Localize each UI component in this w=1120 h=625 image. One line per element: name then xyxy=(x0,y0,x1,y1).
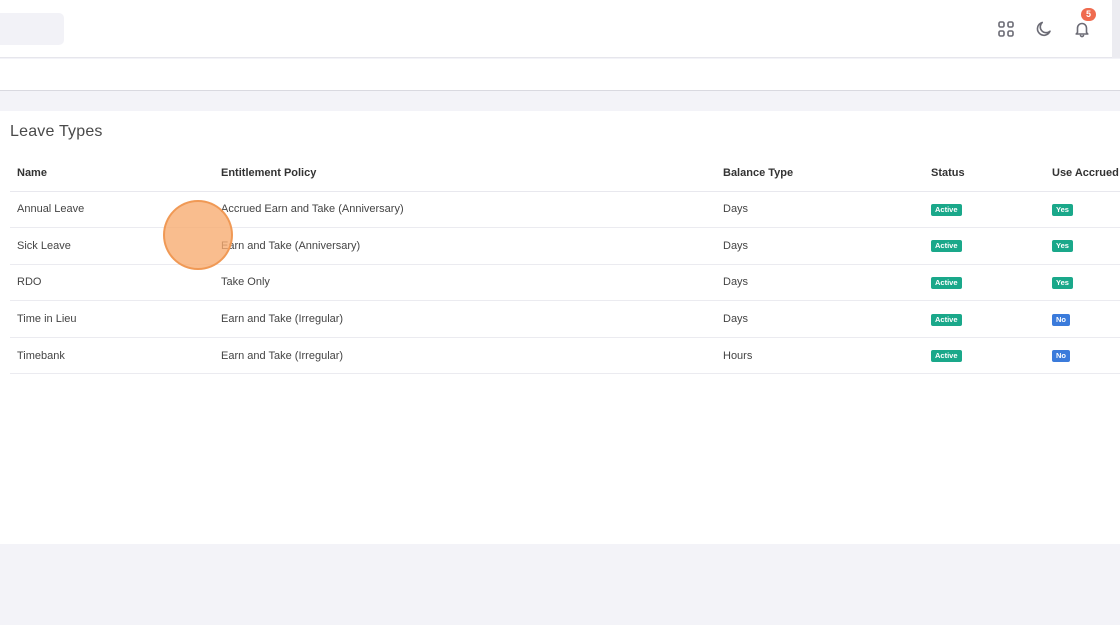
bell-icon[interactable]: 5 xyxy=(1072,8,1096,39)
cell-balance-type: Days xyxy=(716,191,924,229)
cell-status: Active xyxy=(924,300,1045,338)
cell-policy: Earn and Take (Anniversary) xyxy=(214,227,716,265)
column-header-balance-type[interactable]: Balance Type xyxy=(716,155,924,192)
cell-balance-type: Days xyxy=(716,227,924,265)
table-row[interactable]: Annual Leave Accrued Earn and Take (Anni… xyxy=(10,191,1120,229)
page-title: Leave Types xyxy=(10,123,103,140)
cell-name: Time in Lieu xyxy=(10,300,214,338)
table-row[interactable]: Sick Leave Earn and Take (Anniversary) D… xyxy=(10,227,1120,265)
status-badge: Active xyxy=(931,350,962,363)
cell-status: Active xyxy=(924,191,1045,229)
table-row[interactable]: Timebank Earn and Take (Irregular) Hours… xyxy=(10,337,1120,375)
cell-name: RDO xyxy=(10,264,214,302)
top-bar: 5 xyxy=(0,0,1112,58)
status-badge: Active xyxy=(931,203,962,216)
cell-status: Active xyxy=(924,264,1045,302)
search-input[interactable] xyxy=(0,13,64,45)
use-accrued-badge: Yes xyxy=(1052,240,1073,253)
scrollbar[interactable] xyxy=(1112,0,1120,58)
cell-policy: Earn and Take (Irregular) xyxy=(214,300,716,338)
notification-badge: 5 xyxy=(1081,8,1096,21)
use-accrued-badge: Yes xyxy=(1052,276,1073,289)
table-row[interactable]: RDO Take Only Days Active Yes xyxy=(10,264,1120,302)
cell-name: Timebank xyxy=(10,337,214,375)
leave-types-table: Name Entitlement Policy Balance Type Sta… xyxy=(10,155,1120,375)
top-icons: 5 xyxy=(996,0,1096,58)
use-accrued-badge: Yes xyxy=(1052,203,1073,216)
table-row[interactable]: Time in Lieu Earn and Take (Irregular) D… xyxy=(10,300,1120,338)
cell-status: Active xyxy=(924,227,1045,265)
apps-grid-icon[interactable] xyxy=(996,19,1016,39)
cell-name: Sick Leave xyxy=(10,227,214,265)
column-header-entitlement-policy[interactable]: Entitlement Policy xyxy=(214,155,716,192)
cell-use-accrued: Yes xyxy=(1045,191,1120,229)
status-badge: Active xyxy=(931,240,962,253)
cell-status: Active xyxy=(924,337,1045,375)
cell-balance-type: Days xyxy=(716,264,924,302)
status-badge: Active xyxy=(931,313,962,326)
cell-balance-type: Days xyxy=(716,300,924,338)
sub-header-bar xyxy=(0,59,1120,91)
status-badge: Active xyxy=(931,276,962,289)
cell-balance-type: Hours xyxy=(716,337,924,375)
use-accrued-badge: No xyxy=(1052,350,1070,363)
cell-use-accrued: Yes xyxy=(1045,264,1120,302)
cell-policy: Accrued Earn and Take (Anniversary) xyxy=(214,191,716,229)
cell-use-accrued: No xyxy=(1045,337,1120,375)
column-header-name[interactable]: Name xyxy=(10,155,214,192)
column-header-status[interactable]: Status xyxy=(924,155,1045,192)
cell-use-accrued: No xyxy=(1045,300,1120,338)
cell-name: Annual Leave xyxy=(10,191,214,229)
cell-use-accrued: Yes xyxy=(1045,227,1120,265)
leave-types-card: Leave Types Name Entitlement Policy Bala… xyxy=(0,111,1120,544)
column-header-use-accrued[interactable]: Use Accrued xyxy=(1045,155,1120,192)
table-header-row: Name Entitlement Policy Balance Type Sta… xyxy=(10,155,1120,192)
use-accrued-badge: No xyxy=(1052,313,1070,326)
moon-icon[interactable] xyxy=(1034,19,1054,39)
cell-policy: Earn and Take (Irregular) xyxy=(214,337,716,375)
cell-policy: Take Only xyxy=(214,264,716,302)
